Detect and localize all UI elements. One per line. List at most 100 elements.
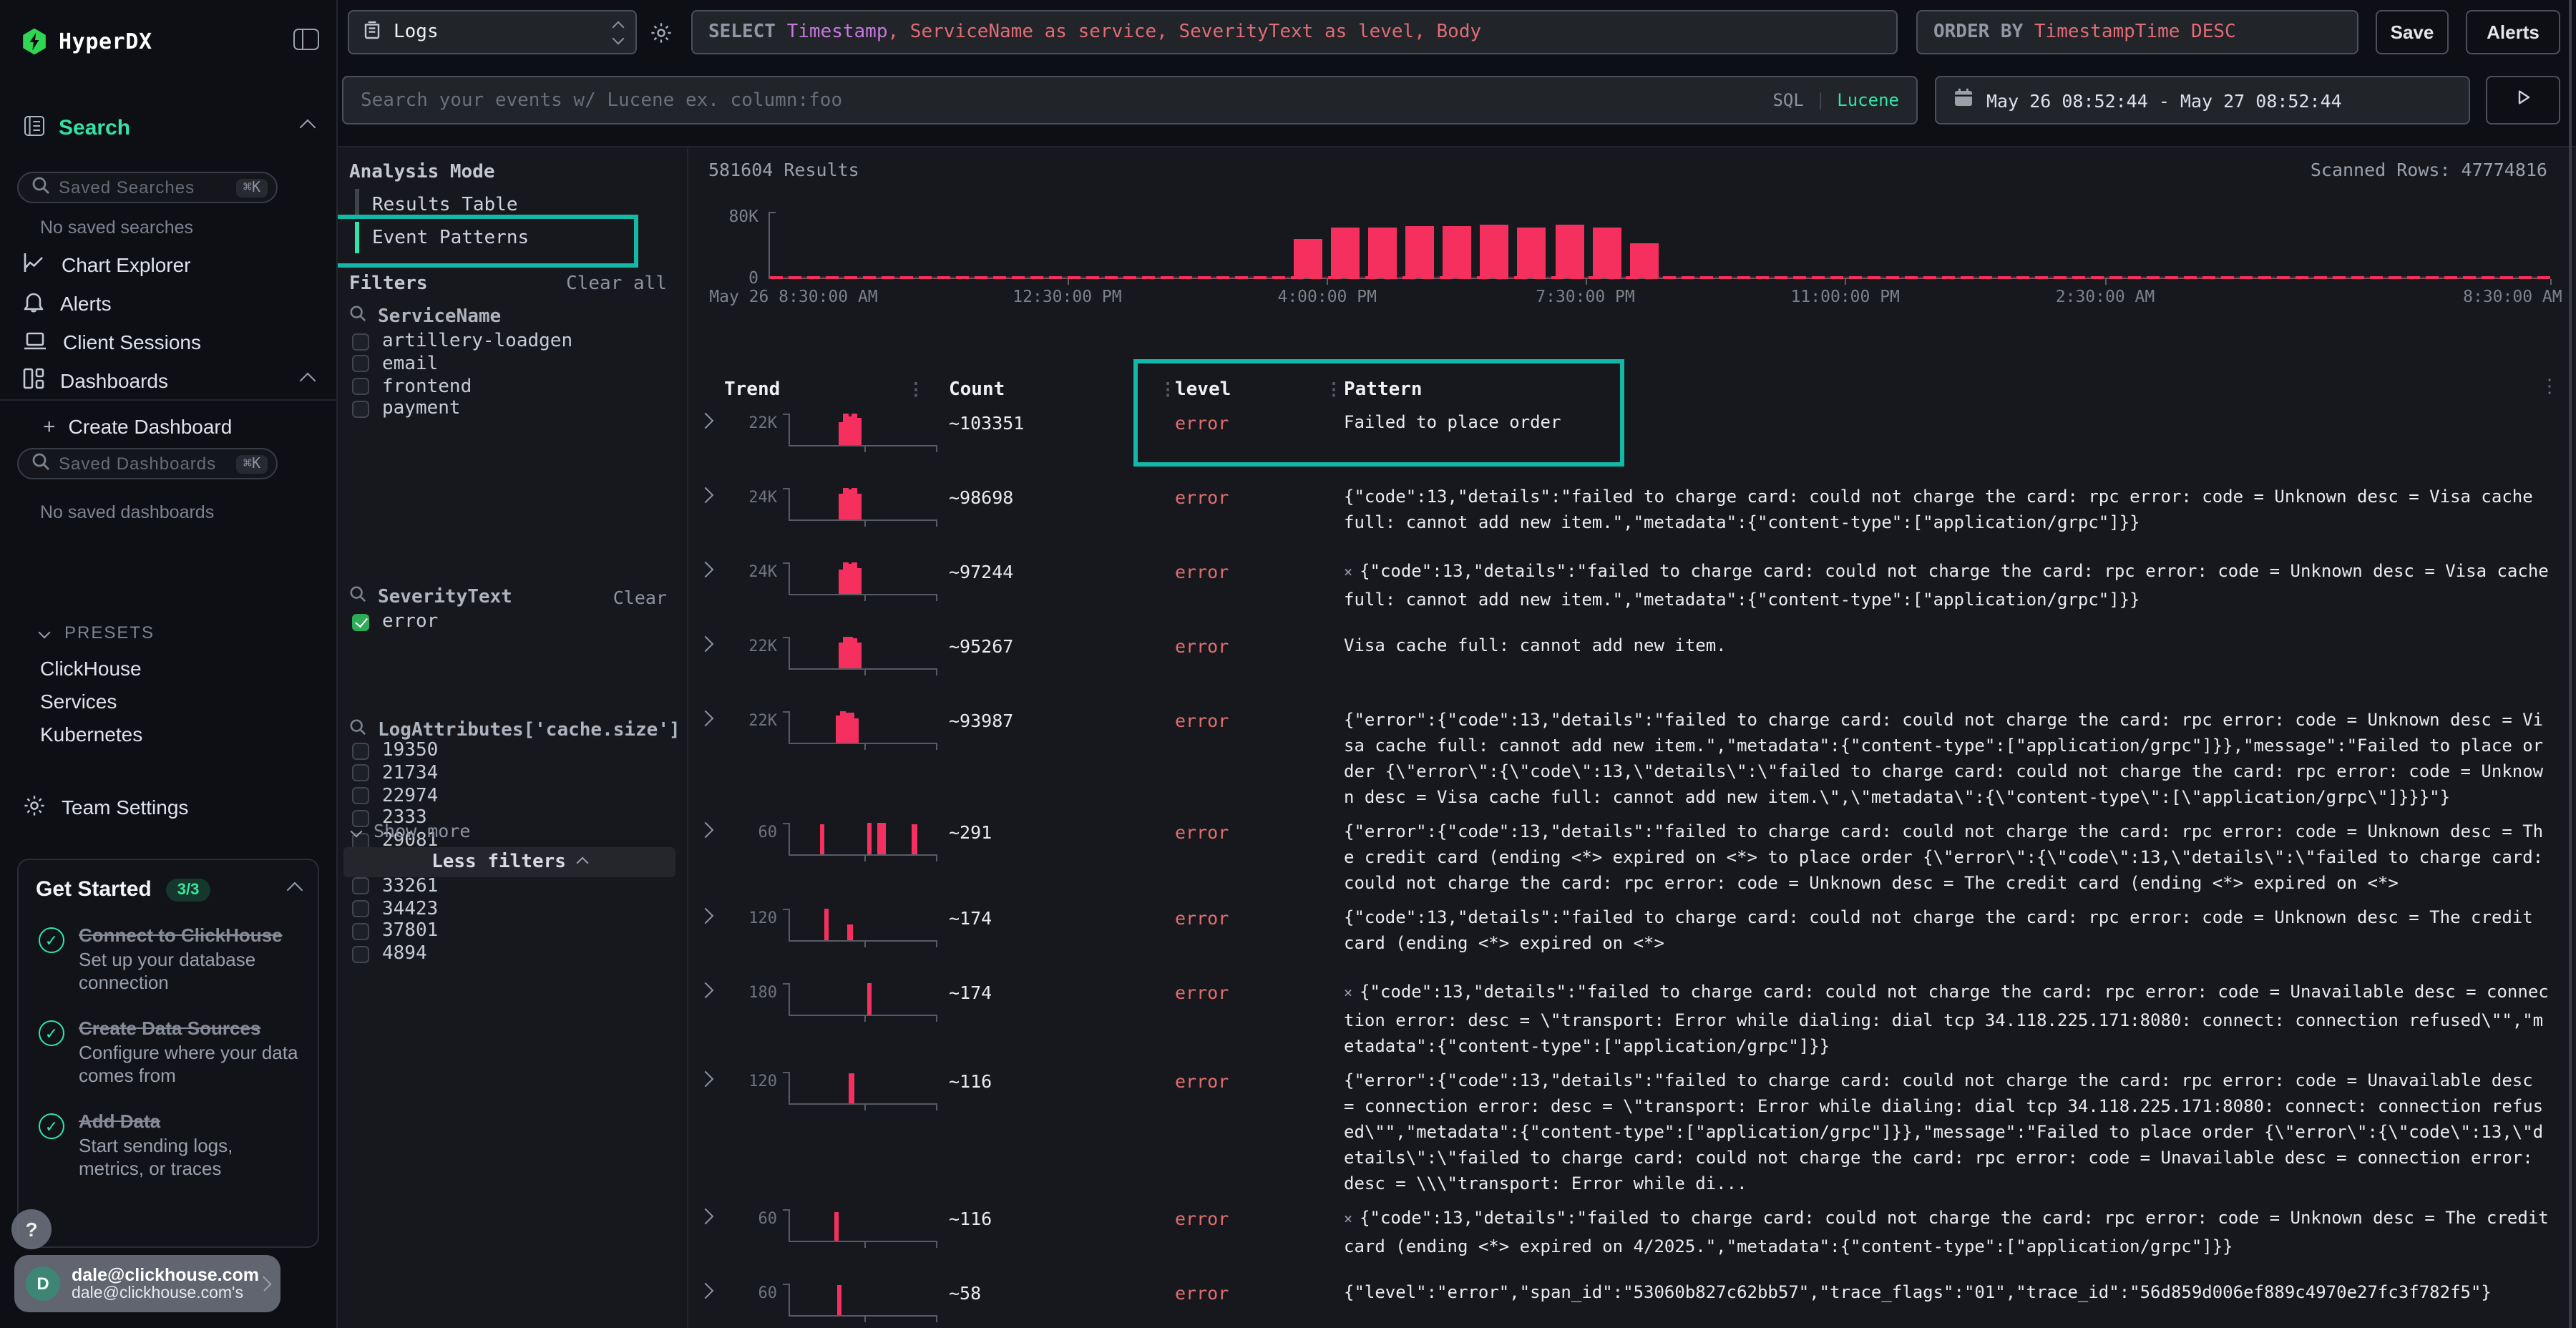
checkbox[interactable]: [352, 742, 369, 759]
help-button[interactable]: ?: [11, 1209, 52, 1249]
pattern-text[interactable]: Visa cache full: cannot add new item.: [1344, 633, 2550, 658]
get-started-step[interactable]: ✓Create Data SourcesConfigure where your…: [36, 1017, 301, 1088]
checkbox-checked[interactable]: [352, 613, 369, 630]
filter-checkbox-21734[interactable]: 21734: [352, 763, 438, 784]
pattern-row[interactable]: 22K~103351errorFailed to place order: [688, 409, 2567, 475]
row-expand-chevron-icon[interactable]: [698, 487, 714, 504]
column-header-level[interactable]: level: [1175, 379, 1231, 401]
save-button[interactable]: Save: [2376, 10, 2449, 54]
filter-checkbox-frontend[interactable]: frontend: [352, 376, 472, 397]
pattern-row[interactable]: 24K~98698error{"code":13,"details":"fail…: [688, 484, 2567, 550]
histogram-bar[interactable]: [1443, 226, 1471, 278]
run-query-button[interactable]: [2486, 76, 2560, 125]
mode-results-table[interactable]: Results Table: [372, 190, 518, 219]
histogram-bar[interactable]: [1630, 243, 1659, 278]
filter-checkbox-33261[interactable]: 33261: [352, 876, 438, 897]
sidebar-section-search[interactable]: Search: [23, 114, 313, 140]
get-started-step[interactable]: ✓Add DataStart sending logs, metrics, or…: [36, 1110, 301, 1181]
filter-checkbox-34423[interactable]: 34423: [352, 898, 438, 919]
pattern-row[interactable]: 24K~97244error×{"code":13,"details":"fai…: [688, 558, 2567, 624]
clear-group-link[interactable]: Clear: [613, 586, 667, 607]
sidebar-item-chart-explorer[interactable]: Chart Explorer: [0, 249, 336, 280]
row-expand-chevron-icon[interactable]: [698, 413, 714, 429]
saved-searches-input[interactable]: Saved Searches ⌘K: [17, 172, 278, 203]
checkbox[interactable]: [352, 333, 369, 350]
row-expand-chevron-icon[interactable]: [698, 908, 714, 924]
checkbox[interactable]: [352, 923, 369, 940]
sidebar-item-dashboards[interactable]: Dashboards: [0, 365, 336, 396]
pattern-text[interactable]: {"code":13,"details":"failed to charge c…: [1344, 484, 2550, 535]
column-header-count[interactable]: Count: [949, 379, 1005, 401]
column-resize-handle-icon[interactable]: ⋮: [1325, 379, 1342, 399]
user-menu[interactable]: D dale@clickhouse.com dale@clickhouse.co…: [14, 1255, 280, 1312]
pattern-text[interactable]: {"error":{"code":13,"details":"failed to…: [1344, 1068, 2550, 1196]
order-by-input[interactable]: ORDER BY TimestampTime DESC: [1916, 10, 2358, 54]
histogram-bar[interactable]: [1480, 225, 1509, 278]
histogram-bar[interactable]: [1368, 228, 1397, 278]
column-header-trend[interactable]: Trend: [724, 379, 780, 401]
pattern-row[interactable]: 120~116error{"error":{"code":13,"details…: [688, 1068, 2567, 1196]
checkbox[interactable]: [352, 900, 369, 917]
source-settings-gear-icon[interactable]: [650, 21, 673, 50]
sidebar-item-alerts[interactable]: Alerts: [0, 288, 336, 319]
pattern-text[interactable]: Failed to place order: [1344, 409, 2550, 435]
table-menu-icon[interactable]: ⋮: [2540, 376, 2559, 398]
filter-checkbox-artillery-loadgen[interactable]: artillery-loadgen: [352, 331, 572, 352]
get-started-header[interactable]: Get Started 3/3: [36, 877, 301, 902]
presets-toggle[interactable]: PRESETS: [40, 622, 155, 643]
mode-lucene-toggle[interactable]: Lucene: [1837, 90, 1899, 110]
column-header-pattern[interactable]: Pattern: [1344, 379, 1423, 401]
pattern-text[interactable]: {"level":"error","span_id":"53060b827c62…: [1344, 1279, 2550, 1305]
saved-dashboards-input[interactable]: Saved Dashboards ⌘K: [17, 448, 278, 479]
checkbox[interactable]: [352, 356, 369, 373]
filter-checkbox-22974[interactable]: 22974: [352, 785, 438, 806]
preset-clickhouse[interactable]: ClickHouse: [40, 657, 142, 680]
histogram-bar[interactable]: [1405, 226, 1434, 278]
lucene-search-input[interactable]: Search your events w/ Lucene ex. column:…: [342, 76, 1918, 125]
histogram-bar[interactable]: [1592, 227, 1621, 278]
checkbox[interactable]: [352, 765, 369, 782]
checkbox[interactable]: [352, 378, 369, 395]
less-filters-button[interactable]: Less filters: [343, 847, 675, 877]
histogram-bar[interactable]: [1331, 227, 1360, 278]
pattern-row[interactable]: 60~291error{"error":{"code":13,"details"…: [688, 819, 2567, 896]
filter-checkbox-37801[interactable]: 37801: [352, 921, 438, 942]
pattern-text[interactable]: ×{"code":13,"details":"failed to charge …: [1344, 558, 2550, 612]
checkbox[interactable]: [352, 787, 369, 804]
sidebar-item-client-sessions[interactable]: Client Sessions: [0, 326, 336, 358]
checkbox[interactable]: [352, 878, 369, 895]
row-expand-chevron-icon[interactable]: [698, 1209, 714, 1225]
histogram-bar[interactable]: [1518, 227, 1546, 278]
row-expand-chevron-icon[interactable]: [698, 562, 714, 578]
pattern-row[interactable]: 22K~95267errorVisa cache full: cannot ad…: [688, 633, 2567, 698]
clear-all-link[interactable]: Clear all: [566, 273, 667, 295]
filter-checkbox-email[interactable]: email: [352, 353, 438, 375]
row-expand-chevron-icon[interactable]: [698, 636, 714, 653]
histogram-bar[interactable]: [1555, 225, 1584, 278]
select-columns-input[interactable]: SELECT Timestamp, ServiceName as service…: [691, 10, 1898, 54]
filter-checkbox-payment[interactable]: payment: [352, 399, 461, 420]
events-histogram[interactable]: 80K 0 May 26 8:30:00 AM12:30:00 PM4:00:0…: [708, 199, 2550, 305]
row-expand-chevron-icon[interactable]: [698, 822, 714, 839]
pattern-text[interactable]: {"error":{"code":13,"details":"failed to…: [1344, 819, 2550, 896]
column-resize-handle-icon[interactable]: ⋮: [1159, 379, 1176, 399]
pattern-row[interactable]: 60~116error×{"code":13,"details":"failed…: [688, 1205, 2567, 1271]
pattern-row[interactable]: 120~174error{"code":13,"details":"failed…: [688, 904, 2567, 970]
sidebar-collapse-icon[interactable]: [293, 29, 319, 54]
preset-services[interactable]: Services: [40, 690, 117, 713]
row-expand-chevron-icon[interactable]: [698, 982, 714, 999]
filter-checkbox-19350[interactable]: 19350: [352, 740, 438, 761]
filter-checkbox-error[interactable]: error: [352, 611, 438, 633]
pattern-row[interactable]: 22K~93987error{"error":{"code":13,"detai…: [688, 707, 2567, 810]
show-more-link[interactable]: Show more: [352, 820, 470, 841]
pattern-text[interactable]: {"code":13,"details":"failed to charge c…: [1344, 904, 2550, 956]
alerts-button[interactable]: Alerts: [2466, 10, 2560, 54]
filter-checkbox-4894[interactable]: 4894: [352, 943, 427, 965]
create-dashboard-button[interactable]: + Create Dashboard: [43, 414, 232, 439]
get-started-step[interactable]: ✓Connect to ClickHouseSet up your databa…: [36, 924, 301, 995]
date-range-picker[interactable]: May 26 08:52:44 - May 27 08:52:44: [1935, 76, 2470, 125]
row-expand-chevron-icon[interactable]: [698, 1071, 714, 1088]
pattern-row[interactable]: 180~174error×{"code":13,"details":"faile…: [688, 979, 2567, 1059]
pattern-row[interactable]: 60~58error{"level":"error","span_id":"53…: [688, 1279, 2567, 1328]
column-resize-handle-icon[interactable]: ⋮: [907, 379, 924, 399]
